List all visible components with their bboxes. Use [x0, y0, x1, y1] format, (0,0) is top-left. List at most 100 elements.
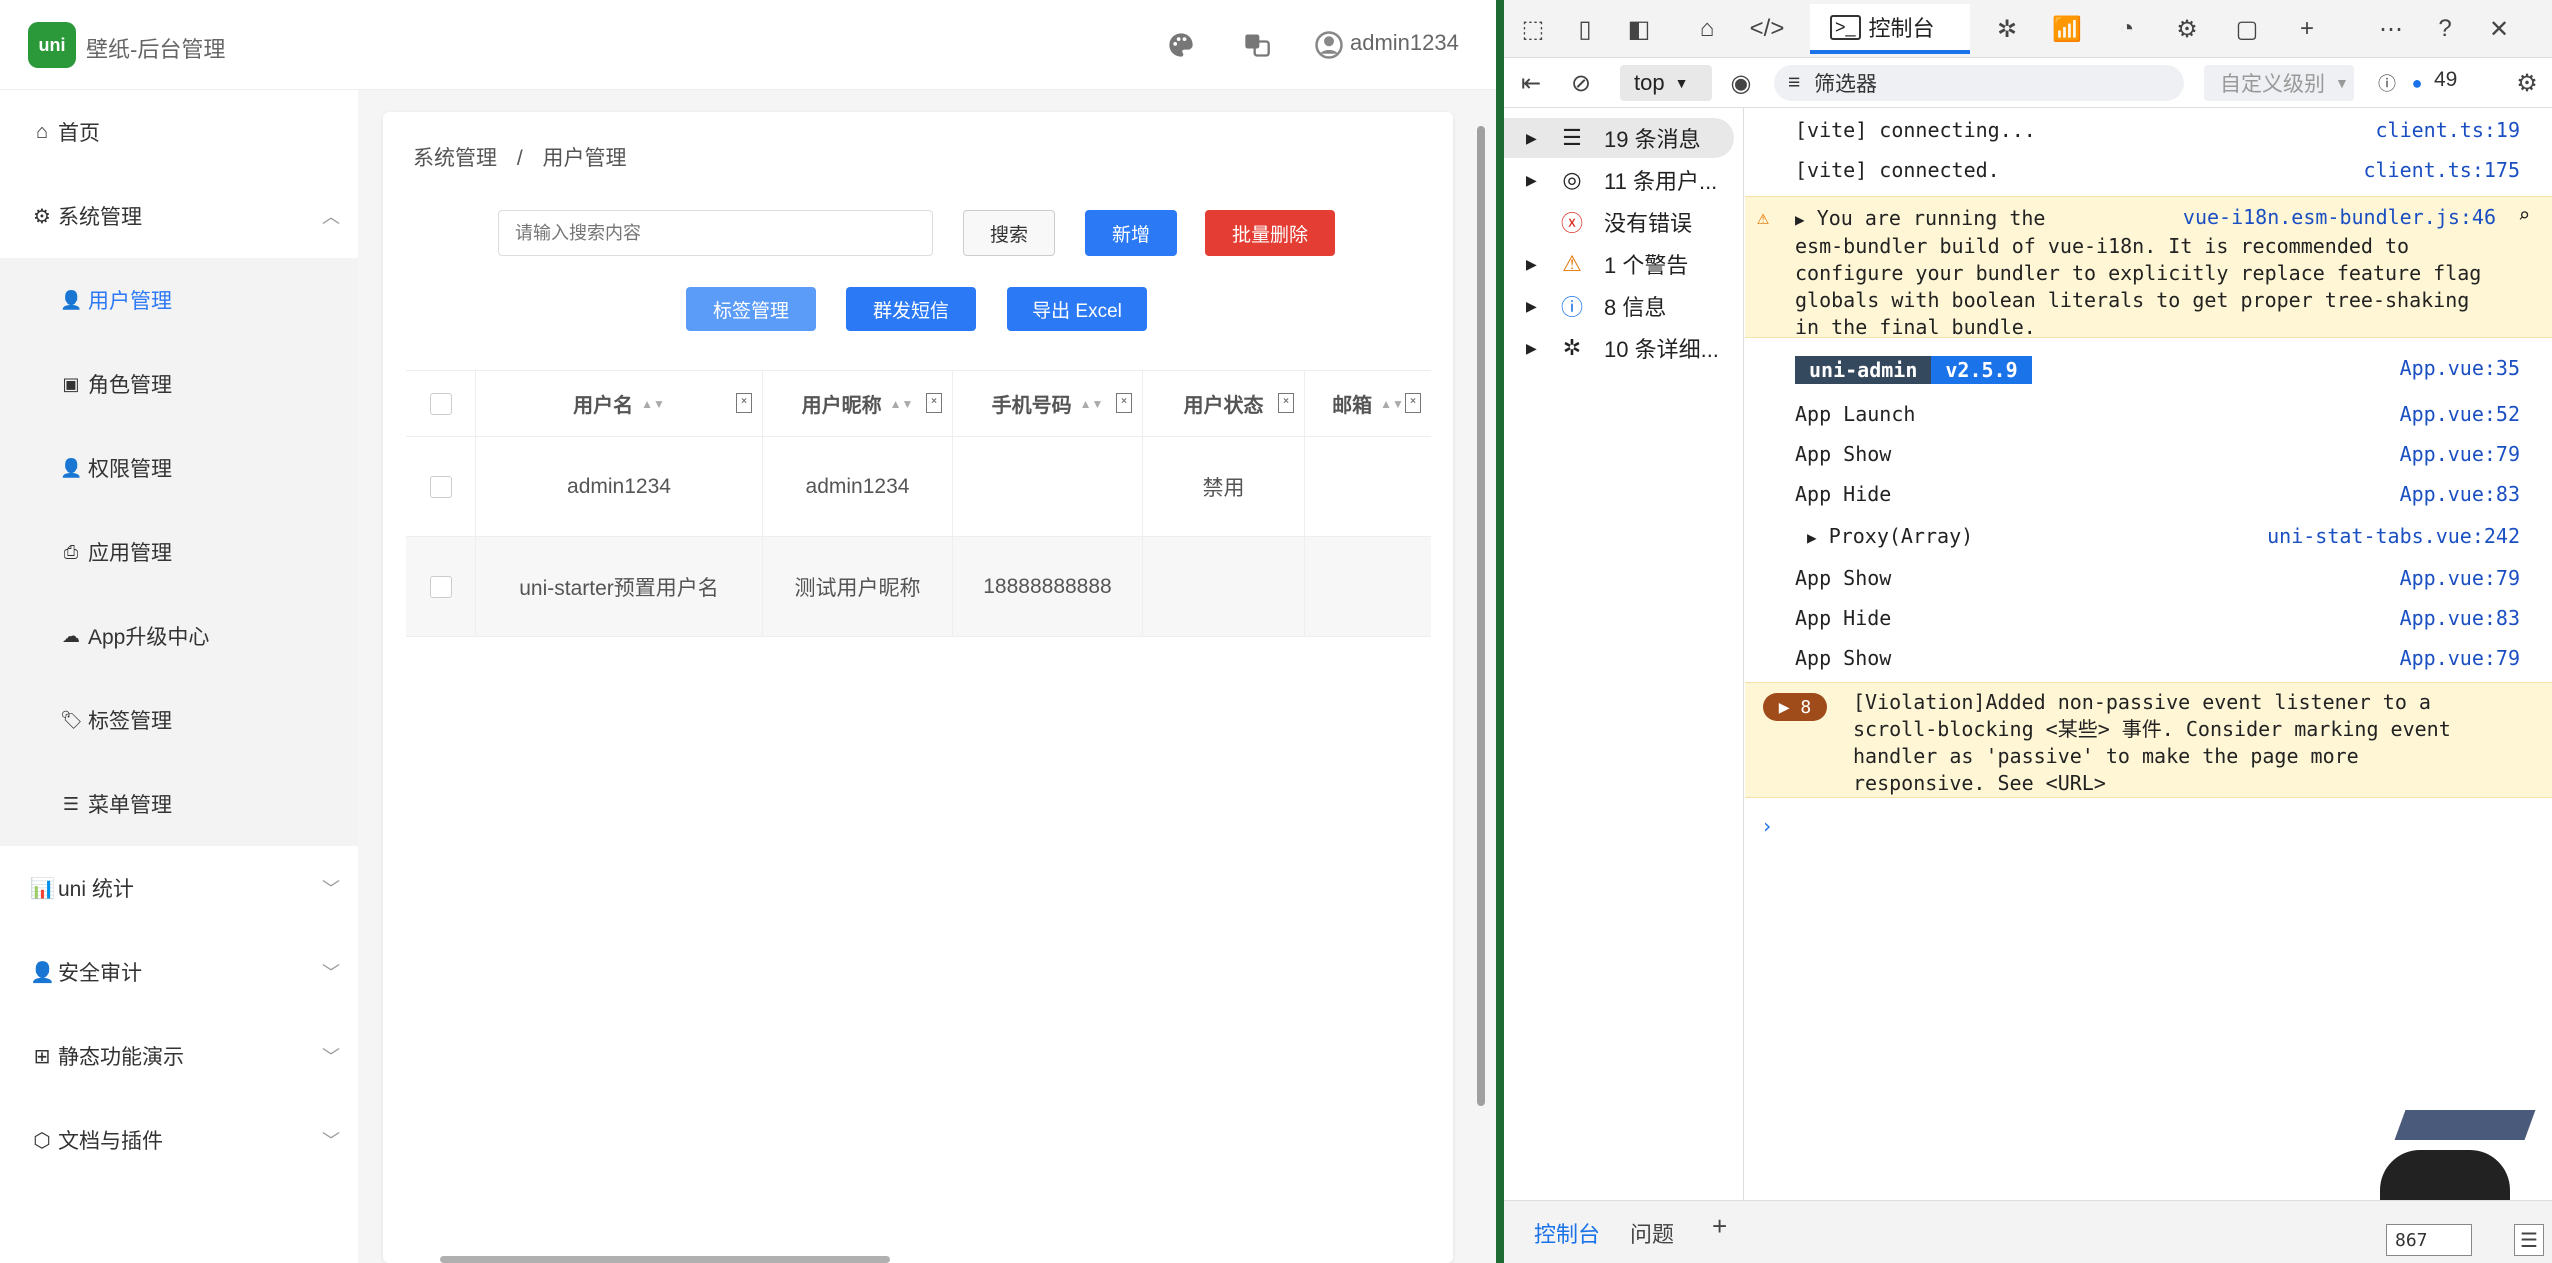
log-source-link[interactable]: App.vue:79: [2400, 646, 2520, 670]
sidebar-item-permission-manage[interactable]: 👤 权限管理: [0, 426, 358, 510]
log-source-link[interactable]: App.vue:52: [2400, 402, 2520, 426]
sidebar-toggle-icon[interactable]: ⇤: [1514, 66, 1548, 100]
log-source-link[interactable]: client.ts:175: [2363, 158, 2520, 182]
search-button[interactable]: 搜索: [963, 210, 1055, 256]
expand-triangle-icon[interactable]: ▶: [1526, 172, 1537, 189]
export-excel-button[interactable]: 导出 Excel: [1007, 287, 1147, 331]
log-source-link[interactable]: App.vue:83: [2400, 606, 2520, 630]
sort-icon[interactable]: ▲▼: [1380, 397, 1404, 411]
header-phone[interactable]: 手机号码 ▲▼ ×: [953, 371, 1143, 436]
expand-triangle-icon[interactable]: ▶: [1807, 528, 1817, 547]
header-email[interactable]: 邮箱 ▲▼ ×: [1305, 371, 1431, 436]
add-tab-icon[interactable]: +: [2290, 12, 2324, 46]
context-select[interactable]: top ▼: [1620, 65, 1712, 101]
expand-triangle-icon[interactable]: ▶: [1526, 340, 1537, 357]
sidebar-item-all-messages[interactable]: ▶ ☰ 19 条消息: [1504, 118, 1734, 158]
log-source-link[interactable]: App.vue:35: [2400, 356, 2520, 380]
sidebar-item-menu-manage[interactable]: ☰ 菜单管理: [0, 762, 358, 846]
sort-icon[interactable]: ▲▼: [890, 397, 914, 411]
filter-icon[interactable]: ×: [1116, 393, 1132, 413]
tab-console[interactable]: >_ 控制台: [1810, 4, 1970, 54]
more-options-icon[interactable]: ⋯: [2374, 12, 2408, 46]
sidebar-item-errors[interactable]: ⓧ 没有错误: [1504, 202, 1744, 242]
top-username[interactable]: admin1234: [1350, 30, 1459, 56]
batch-delete-button[interactable]: 批量删除: [1205, 210, 1335, 256]
sidebar-item-app-upgrade[interactable]: ☁ App升级中心: [0, 594, 358, 678]
sidebar-item-static-demo[interactable]: ⊞ 静态功能演示 ﹀: [0, 1014, 358, 1098]
welcome-home-icon[interactable]: ⌂: [1690, 12, 1724, 46]
sidebar-item-uni-stat[interactable]: 📊 uni 统计 ﹀: [0, 846, 358, 930]
sidebar-item-tag-manage[interactable]: 🏷 标签管理: [0, 678, 358, 762]
info-icon[interactable]: ⓘ: [2370, 66, 2404, 100]
table-row[interactable]: uni-starter预置用户名 测试用户昵称 18888888888: [406, 537, 1431, 637]
table-row[interactable]: admin1234 admin1234 禁用: [406, 437, 1431, 537]
settings-gear-icon[interactable]: ⚙: [2510, 66, 2544, 100]
add-drawer-tab-icon[interactable]: +: [1712, 1211, 1727, 1242]
sidebar-item-docs-plugins[interactable]: ⬡ 文档与插件 ﹀: [0, 1098, 358, 1182]
sidebar-item-app-manage[interactable]: ⎙ 应用管理: [0, 510, 358, 594]
select-all-checkbox[interactable]: [429, 392, 452, 415]
dock-side-icon[interactable]: ◧: [1622, 12, 1656, 46]
log-source-link[interactable]: client.ts:19: [2376, 118, 2521, 142]
sidebar-item-role-manage[interactable]: ▣ 角色管理: [0, 342, 358, 426]
breadcrumb-item[interactable]: 系统管理: [413, 147, 497, 170]
console-prompt[interactable]: ›: [1745, 806, 2552, 846]
console-filter-input[interactable]: ≡ 筛选器: [1774, 65, 2184, 101]
filter-icon[interactable]: ×: [926, 393, 942, 413]
close-icon[interactable]: ✕: [2482, 12, 2516, 46]
sidebar-item-info[interactable]: ▶ ⓘ 8 信息: [1504, 286, 1744, 326]
user-avatar-icon[interactable]: [1312, 28, 1346, 62]
add-button[interactable]: 新增: [1085, 210, 1177, 256]
repeat-count-badge[interactable]: ▶ 8: [1763, 693, 1827, 721]
sort-icon[interactable]: ▲▼: [641, 397, 665, 411]
table-horizontal-scrollbar[interactable]: [440, 1256, 890, 1263]
log-source-link[interactable]: App.vue:83: [2400, 482, 2520, 506]
log-source-link[interactable]: App.vue:79: [2400, 442, 2520, 466]
application-panel-icon[interactable]: ▢: [2230, 12, 2264, 46]
wifi-network-icon[interactable]: 📶: [2050, 12, 2084, 46]
elements-tab-icon[interactable]: </>: [1750, 12, 1785, 46]
hamburger-menu-icon[interactable]: ☰: [2514, 1224, 2544, 1256]
sidebar-item-user-manage[interactable]: 👤 用户管理: [0, 258, 358, 342]
sort-icon[interactable]: ▲▼: [1080, 397, 1104, 411]
scrollbar-thumb[interactable]: [1477, 126, 1485, 1106]
header-username[interactable]: 用户名 ▲▼ ×: [476, 371, 763, 436]
log-source-link[interactable]: vue-i18n.esm-bundler.js:46: [2183, 205, 2496, 229]
message-bubble-icon[interactable]: ●: [2400, 66, 2434, 100]
help-icon[interactable]: ?: [2428, 12, 2462, 46]
sidebar-item-system[interactable]: ⚙ 系统管理 ︿: [0, 174, 358, 258]
inspect-element-icon[interactable]: ⬚: [1516, 12, 1550, 46]
filter-icon[interactable]: ×: [1278, 393, 1294, 413]
search-icon[interactable]: ⌕: [2518, 203, 2530, 227]
window-divider[interactable]: [1496, 0, 1504, 1263]
expand-triangle-icon[interactable]: ▶: [1526, 298, 1537, 315]
sidebar-item-security-audit[interactable]: 👤 安全审计 ﹀: [0, 930, 358, 1014]
memory-chip-icon[interactable]: ⚙: [2170, 12, 2204, 46]
send-sms-button[interactable]: 群发短信: [846, 287, 976, 331]
header-status[interactable]: 用户状态 ×: [1143, 371, 1305, 436]
row-checkbox[interactable]: [429, 575, 452, 598]
log-source-link[interactable]: uni-stat-tabs.vue:242: [2267, 524, 2520, 548]
log-source-link[interactable]: App.vue:79: [2400, 566, 2520, 590]
translate-icon[interactable]: [1240, 28, 1274, 62]
sidebar-item-warnings[interactable]: ▶ ⚠ 1 个警告: [1504, 244, 1744, 284]
filter-icon[interactable]: ×: [736, 393, 752, 413]
sidebar-item-user-messages[interactable]: ▶ ◎ 11 条用户...: [1504, 160, 1744, 200]
performance-gauge-icon[interactable]: ◔: [2110, 12, 2144, 46]
row-checkbox[interactable]: [429, 475, 452, 498]
expand-triangle-icon[interactable]: ▶: [1526, 130, 1537, 147]
drawer-tab-console[interactable]: 控制台: [1534, 1217, 1600, 1249]
page-vertical-scrollbar[interactable]: [1474, 100, 1488, 1260]
log-level-select[interactable]: 自定义级别 ▼: [2204, 65, 2354, 101]
sidebar-item-verbose[interactable]: ▶ ✲ 10 条详细...: [1504, 328, 1744, 368]
filter-icon[interactable]: ×: [1405, 393, 1421, 413]
header-nickname[interactable]: 用户昵称 ▲▼ ×: [763, 371, 953, 436]
expand-triangle-icon[interactable]: ▶: [1526, 256, 1537, 273]
clear-console-icon[interactable]: ⊘: [1564, 66, 1598, 100]
drawer-tab-issues[interactable]: 问题: [1630, 1217, 1674, 1249]
live-expression-eye-icon[interactable]: ◉: [1724, 66, 1758, 100]
expand-triangle-icon[interactable]: ▶: [1795, 210, 1805, 229]
palette-icon[interactable]: [1164, 28, 1198, 62]
bug-tab-icon[interactable]: ✲: [1990, 12, 2024, 46]
search-input[interactable]: [498, 210, 933, 256]
